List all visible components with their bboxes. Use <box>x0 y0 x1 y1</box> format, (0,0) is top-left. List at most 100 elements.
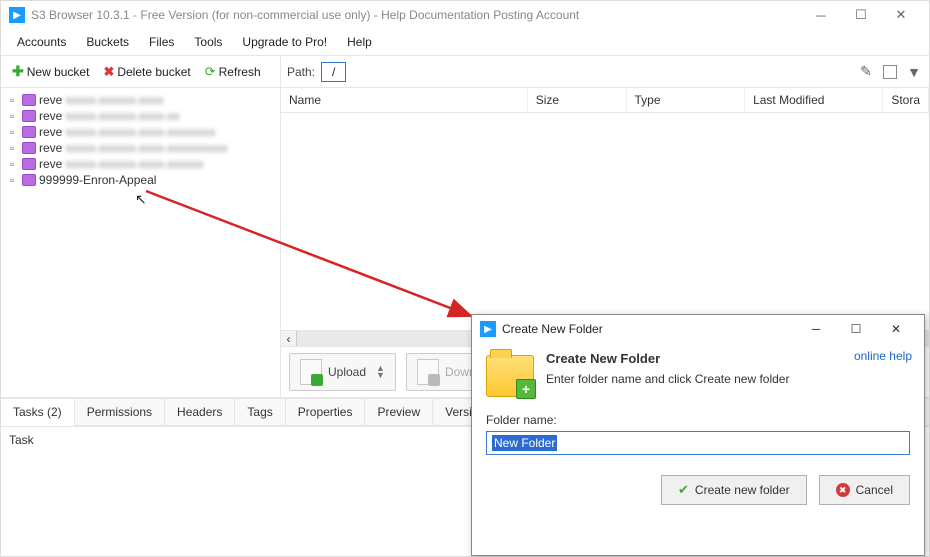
col-size[interactable]: Size <box>528 88 627 112</box>
tree-label: reve <box>39 141 62 155</box>
folder-name-label: Folder name: <box>486 413 910 427</box>
refresh-button[interactable]: ⟳ Refresh <box>200 61 266 83</box>
path-label: Path: <box>287 65 315 79</box>
upload-button[interactable]: Upload ▲▼ <box>289 353 396 391</box>
dialog-heading: Create New Folder <box>546 351 789 366</box>
path-toolbar: Path: / ✎ ▼ <box>281 58 929 86</box>
bucket-icon <box>22 158 36 170</box>
new-folder-icon <box>486 355 534 397</box>
tree-item[interactable]: ▫ reve xxxxx-xxxxxx-xxxx-xx <box>3 108 278 124</box>
menu-help[interactable]: Help <box>337 31 382 53</box>
menubar: Accounts Buckets Files Tools Upgrade to … <box>1 29 929 56</box>
bucket-icon <box>22 174 36 186</box>
dialog-titlebar[interactable]: ▶ Create New Folder ─ ☐ ✕ <box>472 315 924 343</box>
dialog-title: Create New Folder <box>502 322 603 336</box>
bucket-icon <box>22 142 36 154</box>
edit-icon[interactable]: ✎ <box>857 63 875 81</box>
online-help-link[interactable]: online help <box>854 349 912 363</box>
col-modified[interactable]: Last Modified <box>745 88 883 112</box>
tab-tags[interactable]: Tags <box>235 399 285 425</box>
tree-label: reve <box>39 125 62 139</box>
dialog-close-button[interactable]: ✕ <box>876 317 916 341</box>
tree-item[interactable]: ▫ reve xxxxx-xxxxxx-xxxx <box>3 92 278 108</box>
dialog-buttons: ✔ Create new folder ✖ Cancel <box>472 455 924 505</box>
cursor-icon: ↖ <box>135 191 147 208</box>
new-bucket-button[interactable]: ✚ New bucket <box>7 60 94 83</box>
minimize-button[interactable]: ─ <box>801 3 841 27</box>
tab-permissions[interactable]: Permissions <box>75 399 165 425</box>
expander-icon[interactable]: ▫ <box>5 109 19 123</box>
col-type[interactable]: Type <box>627 88 746 112</box>
tab-headers[interactable]: Headers <box>165 399 235 425</box>
tree-label: reve <box>39 157 62 171</box>
tree-item[interactable]: ▫ reve xxxxx-xxxxxx-xxxx-xxxxxxxx <box>3 124 278 140</box>
menu-upgrade[interactable]: Upgrade to Pro! <box>232 31 337 53</box>
delete-icon: ✖ <box>103 64 114 80</box>
tree-label-blur: xxxxx-xxxxxx-xxxx-xxxxxxxx <box>65 125 215 139</box>
dialog-minimize-button[interactable]: ─ <box>796 317 836 341</box>
list-body[interactable] <box>281 113 929 330</box>
cancel-label: Cancel <box>856 483 893 497</box>
check-icon: ✔ <box>678 482 689 498</box>
folder-name-value: New Folder <box>492 435 557 451</box>
expander-icon[interactable]: ▫ <box>5 141 19 155</box>
delete-bucket-button[interactable]: ✖ Delete bucket <box>98 61 195 83</box>
bucket-icon <box>22 94 36 106</box>
dialog-maximize-button[interactable]: ☐ <box>836 317 876 341</box>
bucket-tree[interactable]: ▫ reve xxxxx-xxxxxx-xxxx ▫ reve xxxxx-xx… <box>1 88 281 397</box>
tab-preview[interactable]: Preview <box>365 399 433 425</box>
titlebar: ▶ S3 Browser 10.3.1 - Free Version (for … <box>1 1 929 29</box>
plus-icon: ✚ <box>12 63 24 80</box>
tree-label-blur: xxxxx-xxxxxx-xxxx-xx <box>65 109 179 123</box>
app-icon: ▶ <box>9 7 25 23</box>
expander-icon[interactable]: ▫ <box>5 93 19 107</box>
new-bucket-label: New bucket <box>27 65 90 79</box>
tree-item[interactable]: ▫ reve xxxxx-xxxxxx-xxxx-xxxxxx <box>3 156 278 172</box>
close-button[interactable]: ✕ <box>881 3 921 27</box>
tree-label: reve <box>39 93 62 107</box>
tab-tasks[interactable]: Tasks (2) <box>1 399 75 426</box>
refresh-icon: ⟳ <box>205 64 216 80</box>
tree-label-blur: xxxxx-xxxxxx-xxxx <box>65 93 163 107</box>
menu-buckets[interactable]: Buckets <box>76 31 139 53</box>
folder-name-input[interactable]: New Folder <box>486 431 910 455</box>
download-icon <box>417 359 439 385</box>
refresh-label: Refresh <box>219 65 261 79</box>
upload-label: Upload <box>328 365 366 379</box>
expander-icon[interactable]: ▫ <box>5 157 19 171</box>
col-name[interactable]: Name <box>281 88 528 112</box>
tree-label: 999999-Enron-Appeal <box>39 173 156 187</box>
bucket-icon <box>22 110 36 122</box>
tree-label-blur: xxxxx-xxxxxx-xxxx-xxxxxx <box>65 157 203 171</box>
dialog-subtext: Enter folder name and click Create new f… <box>546 372 789 386</box>
tab-properties[interactable]: Properties <box>286 399 366 425</box>
create-folder-dialog: ▶ Create New Folder ─ ☐ ✕ online help Cr… <box>471 314 925 556</box>
menu-files[interactable]: Files <box>139 31 184 53</box>
tree-label: reve <box>39 109 62 123</box>
cancel-button[interactable]: ✖ Cancel <box>819 475 910 505</box>
expander-icon[interactable]: ▫ <box>5 173 19 187</box>
path-input[interactable]: / <box>321 62 346 82</box>
menu-tools[interactable]: Tools <box>184 31 232 53</box>
toolbar-row: ✚ New bucket ✖ Delete bucket ⟳ Refresh P… <box>1 56 929 88</box>
expander-icon[interactable]: ▫ <box>5 125 19 139</box>
create-folder-button[interactable]: ✔ Create new folder <box>661 475 807 505</box>
bucket-toolbar: ✚ New bucket ✖ Delete bucket ⟳ Refresh <box>1 56 281 87</box>
maximize-button[interactable]: ☐ <box>841 3 881 27</box>
scroll-left-button[interactable]: ‹ <box>281 331 297 347</box>
dialog-field: Folder name: New Folder <box>472 405 924 455</box>
menu-accounts[interactable]: Accounts <box>7 31 76 53</box>
upload-icon <box>300 359 322 385</box>
col-storage[interactable]: Stora <box>883 88 929 112</box>
bucket-icon <box>22 126 36 138</box>
window-title: S3 Browser 10.3.1 - Free Version (for no… <box>31 8 579 22</box>
delete-bucket-label: Delete bucket <box>117 65 190 79</box>
list-header: Name Size Type Last Modified Stora <box>281 88 929 113</box>
tree-item[interactable]: ▫ reve xxxxx-xxxxxx-xxxx-xxxxxxxxxx <box>3 140 278 156</box>
cancel-icon: ✖ <box>836 483 850 497</box>
view-icon[interactable] <box>881 63 899 81</box>
create-folder-label: Create new folder <box>695 483 790 497</box>
filter-icon[interactable]: ▼ <box>905 63 923 81</box>
tree-item-enron[interactable]: ▫ 999999-Enron-Appeal <box>3 172 278 188</box>
tree-label-blur: xxxxx-xxxxxx-xxxx-xxxxxxxxxx <box>65 141 227 155</box>
